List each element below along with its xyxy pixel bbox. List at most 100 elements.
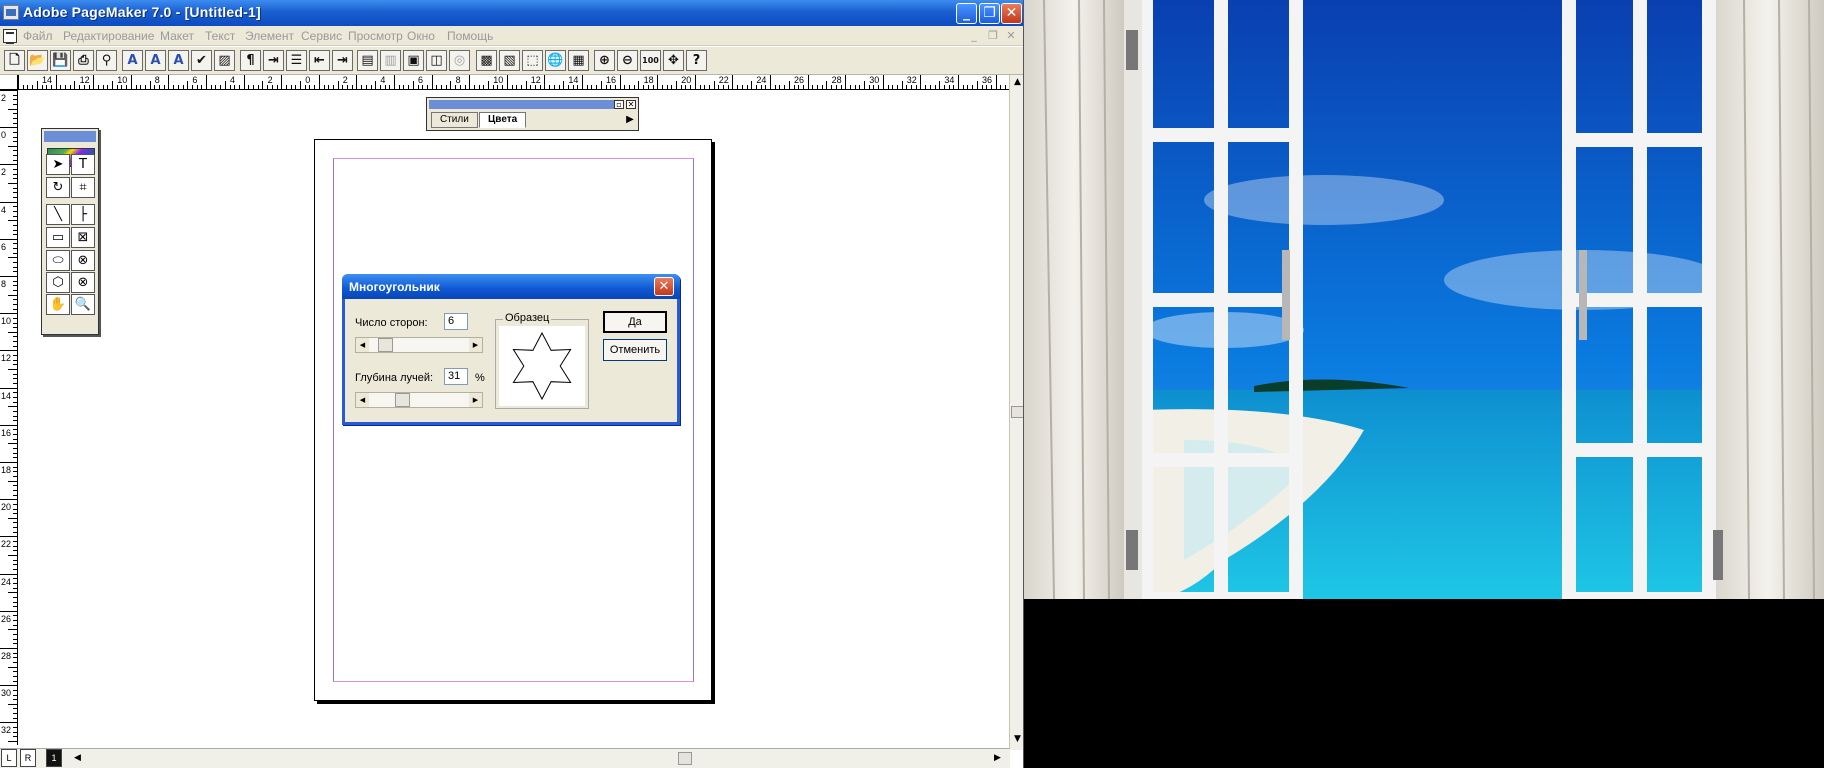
globe-icon[interactable]: 🌐: [545, 50, 566, 71]
menu-help[interactable]: Помощь: [447, 29, 493, 43]
ok-button[interactable]: Да: [603, 311, 667, 333]
menu-window[interactable]: Окно: [407, 29, 435, 43]
pagemaker-app-icon[interactable]: [3, 5, 19, 20]
menu-view[interactable]: Просмотр: [348, 29, 403, 43]
sides-slider-left-arrow[interactable]: ◀: [356, 338, 369, 352]
menu-file[interactable]: Файл: [23, 29, 53, 43]
scroll-up-arrow[interactable]: ▲: [1011, 76, 1023, 89]
fit-window-icon[interactable]: ✥: [663, 50, 684, 71]
depth-slider-left-arrow[interactable]: ◀: [356, 393, 369, 407]
sides-slider-right-arrow[interactable]: ▶: [469, 338, 482, 352]
ruler-tick: [13, 303, 17, 305]
spell-check-icon[interactable]: ✔: [191, 50, 212, 71]
bullets-icon[interactable]: ☰: [286, 50, 307, 71]
image-edit-icon[interactable]: ▧: [499, 50, 520, 71]
rectangle-frame-icon[interactable]: ⊠: [71, 227, 95, 248]
colors-icon[interactable]: ▥: [380, 50, 401, 71]
save-icon[interactable]: 💾: [50, 50, 71, 71]
menu-edit[interactable]: Редактирование: [63, 29, 154, 43]
menu-utilities[interactable]: Сервис: [301, 29, 342, 43]
constrained-line-icon[interactable]: ├: [71, 204, 95, 225]
ruler-tick: [13, 382, 17, 384]
text-tool-icon[interactable]: T: [71, 154, 95, 175]
help-icon[interactable]: ?: [686, 50, 707, 71]
menu-element[interactable]: Элемент: [245, 29, 294, 43]
master-page-right-icon[interactable]: R: [20, 749, 36, 767]
tab-styles[interactable]: Стили: [431, 112, 478, 128]
export-icon[interactable]: ⬚: [522, 50, 543, 71]
palette-close-button[interactable]: ✕: [626, 100, 636, 109]
document-restore-button[interactable]: ❐: [985, 30, 1001, 44]
document-minimize-button[interactable]: _: [966, 30, 982, 44]
font-size-down-icon[interactable]: A: [168, 50, 189, 71]
palette-menu-arrow-icon[interactable]: ▶: [624, 111, 636, 128]
print-icon[interactable]: ⎙: [73, 50, 94, 71]
ellipse-frame-icon[interactable]: ⊗: [71, 250, 95, 271]
decrease-indent-icon[interactable]: ⇤: [309, 50, 330, 71]
place-image-icon[interactable]: ▩: [476, 50, 497, 71]
minimize-button[interactable]: _: [956, 3, 977, 24]
pointer-icon[interactable]: ➤: [46, 154, 70, 175]
tab-colors[interactable]: Цвета: [479, 112, 527, 128]
ruler-tick: [144, 85, 146, 89]
menu-layout[interactable]: Макет: [160, 29, 194, 43]
group-icon[interactable]: ◎: [449, 50, 470, 71]
pdf-icon[interactable]: ▦: [568, 50, 589, 71]
vertical-scroll-thumb[interactable]: [1011, 406, 1023, 418]
sides-input[interactable]: 6: [444, 313, 468, 330]
depth-slider-right-arrow[interactable]: ▶: [469, 393, 482, 407]
rotate-icon[interactable]: ↻: [46, 177, 70, 198]
scroll-down-arrow[interactable]: ▼: [1011, 733, 1023, 746]
toolbox-title-bar[interactable]: [44, 131, 96, 142]
find-icon[interactable]: ⚲: [96, 50, 117, 71]
rectangle-icon[interactable]: ▭: [46, 227, 70, 248]
scroll-left-arrow[interactable]: ◀: [74, 752, 81, 764]
palette-restore-button[interactable]: ▫: [614, 100, 624, 109]
depth-input[interactable]: 31: [444, 368, 468, 385]
title-bar[interactable]: Adobe PageMaker 7.0 - [Untitled-1] _ ❐ ✕: [0, 0, 1023, 26]
styles-icon[interactable]: ▤: [357, 50, 378, 71]
restore-button[interactable]: ❐: [979, 3, 1000, 24]
horizontal-ruler[interactable]: 14 12 10 8 6 4 2 0 2 4 6 8 10 12 14 16 18 20 22 24 26 28 30 32 3…: [18, 75, 1012, 90]
dialog-close-button[interactable]: ✕: [654, 277, 674, 296]
indents-icon[interactable]: ⇥: [263, 50, 284, 71]
frame-icon[interactable]: ▣: [403, 50, 424, 71]
polygon-icon[interactable]: ⬡: [46, 272, 70, 293]
actual-size-icon[interactable]: 100: [640, 50, 661, 71]
line-icon[interactable]: ╲: [46, 204, 70, 225]
polygon-frame-icon[interactable]: ⊗: [71, 272, 95, 293]
open-folder-icon[interactable]: 📂: [27, 50, 48, 71]
palette-title-bar[interactable]: [429, 100, 617, 109]
sides-slider-thumb[interactable]: [378, 338, 393, 352]
vertical-scrollbar[interactable]: ▲ ▼: [1009, 75, 1023, 750]
vertical-ruler[interactable]: 2 0 2 4 6 8 10 12 14 16 18 20 22 24 26 28 30 32: [0, 90, 18, 745]
sides-slider[interactable]: ◀ ▶: [355, 337, 483, 353]
increase-indent-icon[interactable]: ⇥: [332, 50, 353, 71]
cancel-button[interactable]: Отменить: [603, 339, 667, 361]
depth-slider-thumb[interactable]: [395, 393, 410, 407]
new-document-icon[interactable]: 🗋: [4, 50, 25, 71]
page-1-icon[interactable]: 1: [46, 749, 62, 767]
scroll-right-arrow[interactable]: ▶: [994, 752, 1001, 764]
master-page-left-icon[interactable]: L: [1, 749, 17, 767]
crop-icon[interactable]: ⌗: [71, 177, 95, 198]
hand-icon[interactable]: ✋: [46, 294, 70, 315]
document-menu-icon[interactable]: [3, 29, 17, 44]
zoom-in-icon[interactable]: ⊕: [594, 50, 615, 71]
ruler-tick: [13, 280, 17, 282]
text-wrap-icon[interactable]: ◫: [426, 50, 447, 71]
ruler-origin[interactable]: [0, 75, 18, 90]
close-button[interactable]: ✕: [1001, 3, 1022, 24]
paragraph-icon[interactable]: ¶: [240, 50, 261, 71]
menu-type[interactable]: Текст: [205, 29, 235, 43]
fill-icon[interactable]: ▨: [214, 50, 235, 71]
ellipse-icon[interactable]: ⬭: [46, 250, 70, 271]
character-format-icon[interactable]: A: [122, 50, 143, 71]
zoom-out-icon[interactable]: ⊖: [617, 50, 638, 71]
font-size-up-icon[interactable]: A: [145, 50, 166, 71]
document-close-button[interactable]: ✕: [1003, 30, 1019, 44]
horizontal-scroll-thumb[interactable]: [678, 752, 692, 765]
dialog-title-bar[interactable]: Многоугольник ✕: [342, 274, 680, 299]
depth-slider[interactable]: ◀ ▶: [355, 392, 483, 408]
zoom-icon[interactable]: 🔍: [71, 294, 95, 315]
